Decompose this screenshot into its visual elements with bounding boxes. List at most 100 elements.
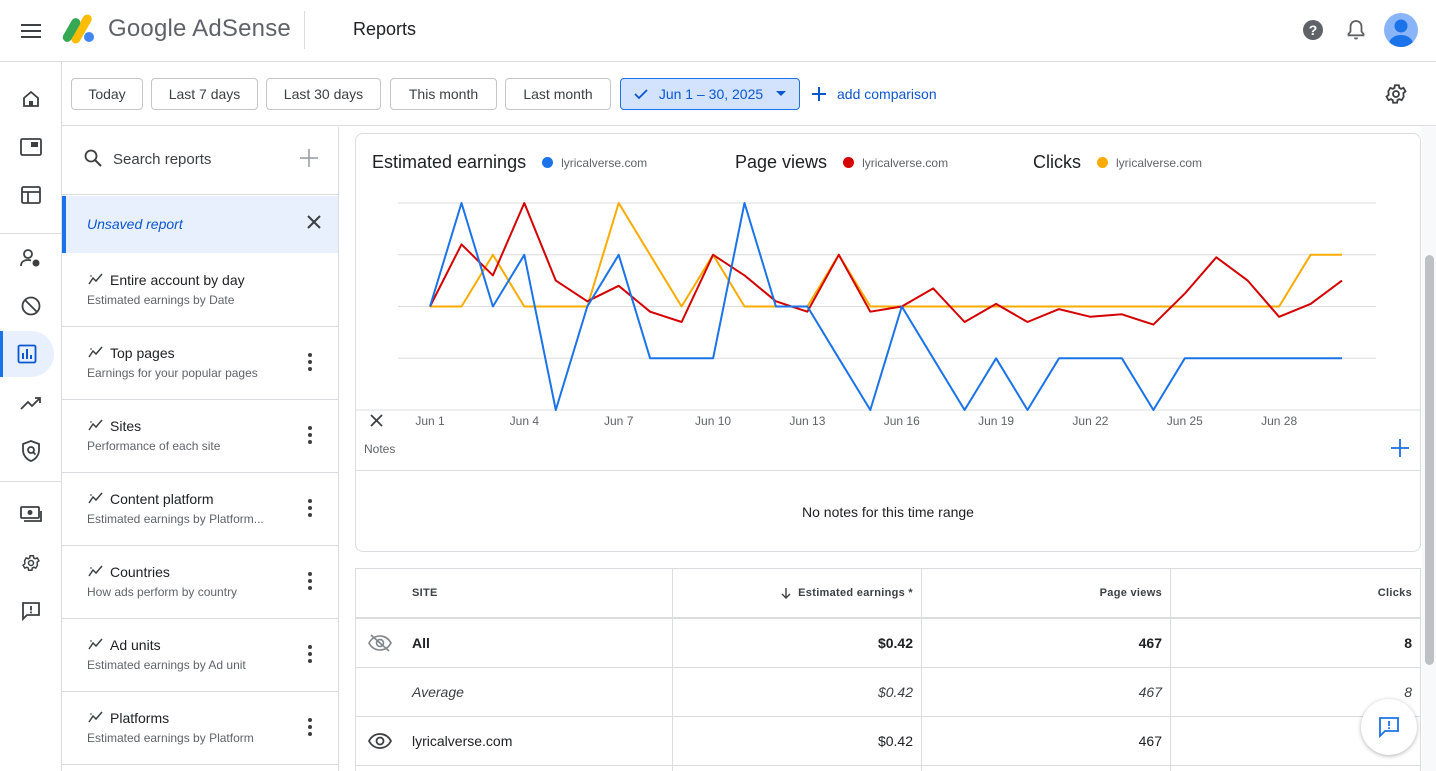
gear-icon	[22, 554, 40, 572]
report-title: Platforms	[110, 710, 170, 726]
block-icon	[21, 296, 41, 316]
report-item[interactable]: Entire account by day Estimated earnings …	[62, 254, 338, 327]
scrollbar-thumb[interactable]	[1425, 255, 1434, 665]
x-tick-label: Jun 1	[415, 414, 445, 428]
add-report-icon[interactable]	[300, 149, 318, 167]
report-item[interactable]: Content platform Estimated earnings by Pl…	[62, 473, 338, 546]
add-comparison-button[interactable]: add comparison	[812, 78, 937, 110]
more-vert-icon[interactable]	[308, 572, 312, 590]
report-title: Sites	[110, 418, 142, 434]
table-row-site[interactable]: lyricalverse.com $0.42 467	[356, 717, 1420, 766]
x-tick-label: Jun 25	[1166, 414, 1203, 428]
bell-icon	[1347, 20, 1365, 40]
search-icon	[84, 149, 102, 167]
sites-icon	[21, 186, 41, 204]
plus-icon	[812, 87, 826, 101]
search-reports[interactable]: Search reports	[62, 127, 338, 195]
col-page-views-header[interactable]: Page views	[922, 569, 1162, 617]
feedback-icon	[22, 602, 40, 621]
date-range-label: Jun 1 – 30, 2025	[658, 86, 764, 102]
reports-icon	[17, 344, 37, 364]
column-divider	[1170, 569, 1171, 771]
nav-reports[interactable]	[0, 331, 54, 377]
report-settings-button[interactable]	[1384, 82, 1408, 106]
more-vert-icon[interactable]	[308, 353, 312, 371]
date-range-dropdown[interactable]: Jun 1 – 30, 2025	[620, 78, 800, 110]
chip-today[interactable]: Today	[71, 78, 143, 110]
visibility-toggle[interactable]	[368, 717, 392, 765]
chip-this-month[interactable]: This month	[390, 78, 497, 110]
report-subtitle: Estimated earnings by Platform	[87, 731, 254, 745]
cell-page-views: 467	[1138, 733, 1162, 749]
report-item[interactable]: Platforms Estimated earnings by Platform	[62, 692, 338, 765]
cell-site: Average	[412, 684, 464, 700]
report-subtitle: Estimated earnings by Date	[87, 293, 235, 307]
chip-last-30-days[interactable]: Last 30 days	[266, 78, 381, 110]
x-tick-label: Jun 13	[789, 414, 826, 428]
col-clicks-header[interactable]: Clicks	[1171, 569, 1412, 617]
sparkline-icon	[88, 492, 103, 504]
notes-label: Notes	[364, 442, 396, 456]
person-settings-icon	[20, 249, 40, 267]
nav-home[interactable]	[0, 76, 62, 122]
nav-rail	[0, 62, 62, 771]
table-row-average: Average $0.42 467 8	[356, 668, 1420, 717]
adsense-logo[interactable]	[62, 14, 96, 44]
more-vert-icon[interactable]	[308, 426, 312, 444]
notes-divider	[356, 470, 1420, 471]
help-button[interactable]: ?	[1302, 19, 1324, 41]
report-item[interactable]: Sites Performance of each site	[62, 400, 338, 473]
notes-empty-message: No notes for this time range	[802, 504, 974, 520]
report-subtitle: Estimated earnings by Ad unit	[87, 658, 246, 672]
nav-divider	[0, 233, 62, 234]
report-item[interactable]: Top pages Earnings for your popular pages	[62, 327, 338, 400]
x-tick-label: Jun 10	[695, 414, 732, 428]
report-title: Entire account by day	[110, 272, 245, 288]
sparkline-icon	[88, 638, 103, 650]
more-vert-icon[interactable]	[308, 718, 312, 736]
nav-brand-safety[interactable]	[0, 428, 62, 474]
close-icon[interactable]	[306, 214, 322, 230]
cell-site[interactable]: lyricalverse.com	[412, 717, 512, 765]
nav-feedback[interactable]	[0, 588, 62, 634]
col-site-header[interactable]: SITE	[412, 569, 438, 617]
cell-earnings: $0.42	[877, 684, 913, 700]
page-title: Reports	[353, 19, 417, 39]
x-tick-label: Jun 19	[978, 414, 1015, 428]
trending-up-icon	[20, 397, 41, 410]
visibility-off-toggle[interactable]	[368, 619, 392, 667]
add-note-icon[interactable]	[1391, 439, 1409, 457]
adsense-logo-icon	[62, 14, 94, 44]
col-estimated-earnings-header[interactable]: Estimated earnings *	[673, 569, 913, 617]
add-comparison-label: add comparison	[837, 86, 937, 102]
chip-last-month[interactable]: Last month	[505, 78, 611, 110]
ads-icon	[20, 138, 42, 156]
report-title: Content platform	[110, 491, 214, 507]
unsaved-report-item[interactable]: Unsaved report	[62, 196, 338, 253]
nav-payments[interactable]	[0, 491, 62, 537]
nav-ads[interactable]	[0, 124, 62, 170]
nav-optimization[interactable]	[0, 380, 62, 426]
nav-privacy-messaging[interactable]	[0, 235, 62, 281]
close-notes-icon[interactable]	[370, 414, 383, 427]
notifications-button[interactable]	[1346, 19, 1366, 41]
report-item[interactable]: Ad units Estimated earnings by Ad unit	[62, 619, 338, 692]
feedback-fab[interactable]	[1361, 699, 1417, 755]
nav-sites[interactable]	[0, 172, 62, 218]
report-subtitle: Performance of each site	[87, 439, 221, 453]
nav-account-settings[interactable]	[0, 540, 62, 586]
report-subtitle: Estimated earnings by Platform...	[87, 512, 264, 526]
column-divider	[672, 569, 673, 771]
cell-site: All	[412, 635, 430, 651]
table-row-all[interactable]: All $0.42 467 8	[356, 619, 1420, 668]
header-divider	[304, 11, 305, 49]
caret-down-icon	[776, 91, 787, 96]
more-vert-icon[interactable]	[308, 645, 312, 663]
account-avatar[interactable]	[1384, 13, 1418, 47]
main-menu-button[interactable]	[18, 18, 44, 44]
more-vert-icon[interactable]	[308, 499, 312, 517]
report-item[interactable]: Countries How ads perform by country	[62, 546, 338, 619]
nav-blocking-controls[interactable]	[0, 283, 62, 329]
home-icon	[23, 90, 39, 107]
chip-last-7-days[interactable]: Last 7 days	[151, 78, 258, 110]
